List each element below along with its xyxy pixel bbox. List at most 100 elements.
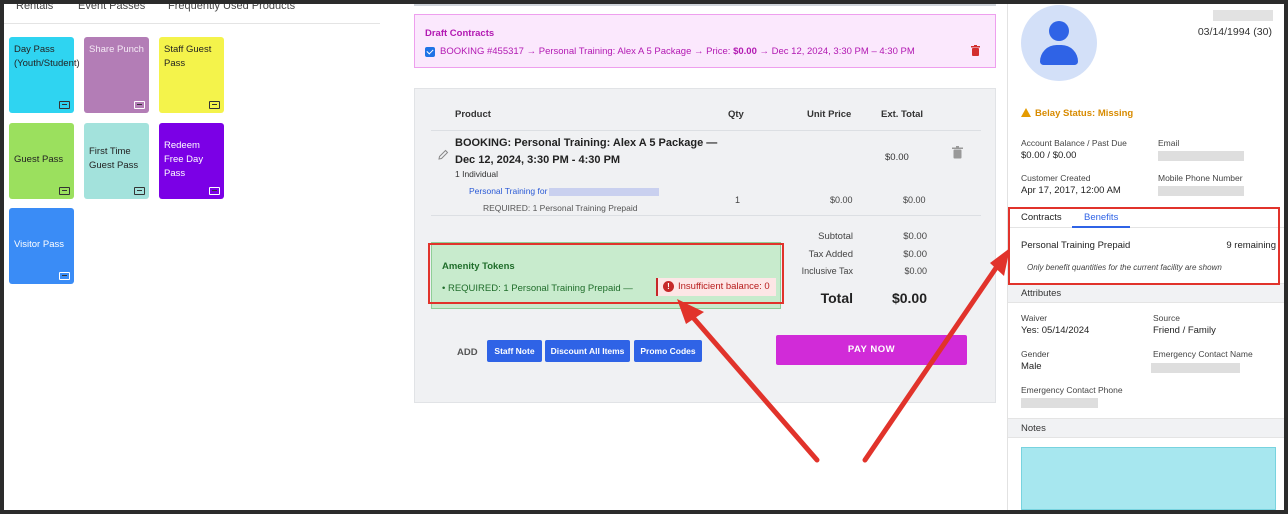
divider <box>431 215 981 216</box>
subtotal-label: Subtotal <box>818 231 853 242</box>
gender-label: Gender <box>1021 349 1050 359</box>
waiver-value: Yes: 05/14/2024 <box>1021 325 1090 336</box>
redacted-email <box>1158 151 1244 161</box>
created-value: Apr 17, 2017, 12:00 AM <box>1021 185 1121 196</box>
ticket-icon <box>59 187 70 195</box>
redacted-phone <box>1158 186 1244 196</box>
phone-label: Mobile Phone Number <box>1158 173 1243 183</box>
draft-price: $0.00 <box>733 46 757 57</box>
item-unit-price: $0.00 <box>830 195 853 205</box>
customer-tabs: Contracts Benefits <box>1008 206 1284 228</box>
tab-event-passes[interactable]: Event Passes <box>78 4 145 12</box>
pencil-icon[interactable] <box>437 149 449 161</box>
benefit-note: Only benefit quantities for the current … <box>1027 263 1222 272</box>
total-value: $0.00 <box>891 290 927 306</box>
trash-icon[interactable] <box>971 45 980 56</box>
pay-now-button[interactable]: PAY NOW <box>776 335 967 365</box>
draft-prefix: BOOKING #455317 → Personal Training: Ale… <box>440 46 734 57</box>
tile-label: Redeem Free Day Pass <box>164 140 204 179</box>
amenity-tokens: Amenity Tokens • REQUIRED: 1 Personal Tr… <box>431 242 781 309</box>
gender-value: Male <box>1021 361 1042 372</box>
tab-rentals[interactable]: Rentals <box>16 4 53 12</box>
item-customer-link[interactable]: Personal Training for <box>469 186 660 196</box>
inclusive-tax-value: $0.00 <box>904 266 927 276</box>
col-product: Product <box>455 109 491 120</box>
promo-codes-button[interactable]: Promo Codes <box>634 340 702 362</box>
ticket-icon <box>134 101 145 109</box>
draft-suffix: → Dec 12, 2024, 3:30 PM – 4:30 PM <box>756 46 915 57</box>
ticket-icon <box>59 101 70 109</box>
error-icon: ! <box>663 281 674 292</box>
tab-contracts[interactable]: Contracts <box>1021 212 1062 223</box>
notes-box[interactable] <box>1021 447 1276 510</box>
ticket-icon <box>209 187 220 195</box>
draft-contracts: Draft Contracts BOOKING #455317 → Person… <box>414 14 996 68</box>
avatar <box>1021 5 1097 81</box>
divider <box>431 130 981 131</box>
tile-staff-guest-pass[interactable]: Staff Guest Pass <box>159 37 224 113</box>
item-qty: 1 <box>735 195 741 205</box>
tile-label: Guest Pass <box>14 154 64 165</box>
tile-redeem-free-day-pass[interactable]: Redeem Free Day Pass <box>159 123 224 199</box>
waiver-label: Waiver <box>1021 313 1048 323</box>
tax-value: $0.00 <box>903 249 927 260</box>
balance-label: Account Balance / Past Due <box>1021 138 1127 148</box>
tab-frequently-used[interactable]: Frequently Used Products <box>168 4 295 12</box>
benefit-name: Personal Training Prepaid <box>1021 240 1131 251</box>
attributes-header: Attributes <box>1008 283 1284 303</box>
warning-icon <box>1021 108 1031 117</box>
ticket-icon <box>134 187 145 195</box>
col-unit-price: Unit Price <box>807 109 852 120</box>
redacted-emergency-name <box>1151 363 1240 373</box>
tile-day-pass[interactable]: Day Pass (Youth/Student) <box>9 37 80 113</box>
avatar-head <box>1049 21 1069 41</box>
tile-guest-pass[interactable]: Guest Pass <box>9 123 74 199</box>
col-ext-total: Ext. Total <box>881 109 924 120</box>
staff-note-button[interactable]: Staff Note <box>487 340 542 362</box>
emergency-phone-label: Emergency Contact Phone <box>1021 385 1123 395</box>
link-text: Personal Training for <box>469 186 548 196</box>
divider <box>414 4 996 6</box>
source-value: Friend / Family <box>1153 325 1216 336</box>
subtotal-value: $0.00 <box>903 231 927 242</box>
tab-benefits[interactable]: Benefits <box>1084 212 1118 223</box>
col-qty: Qty <box>728 109 744 120</box>
item-requirement: REQUIRED: 1 Personal Training Prepaid <box>483 203 638 213</box>
ticket-icon <box>59 272 70 280</box>
source-label: Source <box>1153 313 1180 323</box>
emergency-name-label: Emergency Contact Name <box>1153 349 1253 359</box>
avatar-body <box>1040 45 1078 65</box>
discount-all-items-button[interactable]: Discount All Items <box>545 340 630 362</box>
tile-first-time-guest-pass[interactable]: First Time Guest Pass <box>84 123 149 199</box>
add-label: ADD <box>457 347 478 358</box>
active-tab-indicator <box>1072 226 1130 228</box>
created-label: Customer Created <box>1021 173 1091 183</box>
item-ext-total: $0.00 <box>885 152 909 163</box>
tile-share-punch[interactable]: Share Punch <box>84 37 149 113</box>
balance-value: $0.00 / $0.00 <box>1021 150 1077 161</box>
trash-icon[interactable] <box>952 146 963 159</box>
tile-label: First Time Guest Pass <box>89 146 139 171</box>
amenity-title: Amenity Tokens <box>442 261 515 272</box>
belay-text: Belay Status: Missing <box>1035 108 1134 119</box>
tile-label: Staff Guest Pass <box>164 44 212 69</box>
email-label: Email <box>1158 138 1180 148</box>
ticket-icon <box>209 101 220 109</box>
redacted-emergency-phone <box>1021 398 1098 408</box>
draft-contract-text: BOOKING #455317 → Personal Training: Ale… <box>440 46 915 57</box>
draft-checkbox[interactable] <box>425 47 435 57</box>
item-line-total: $0.00 <box>903 195 926 205</box>
redacted-name <box>1213 10 1273 21</box>
insufficient-balance-badge: ! Insufficient balance: 0 <box>656 278 776 296</box>
benefit-remaining: 9 remaining <box>1226 240 1276 251</box>
customer-panel: 03/14/1994 (30) Belay Status: Missing Ac… <box>1007 4 1284 510</box>
tile-visitor-pass[interactable]: Visitor Pass <box>9 208 74 284</box>
cart-panel: Product Qty Unit Price Ext. Total BOOKIN… <box>414 88 996 403</box>
tile-label: Day Pass (Youth/Student) <box>14 44 80 69</box>
category-tabs: Rentals Event Passes Frequently Used Pro… <box>4 4 380 24</box>
belay-status: Belay Status: Missing <box>1021 108 1133 119</box>
error-text: Insufficient balance: 0 <box>678 281 770 292</box>
redacted-name <box>549 187 660 196</box>
item-subtitle: 1 Individual <box>455 169 499 179</box>
date-of-birth: 03/14/1994 (30) <box>1197 26 1272 38</box>
